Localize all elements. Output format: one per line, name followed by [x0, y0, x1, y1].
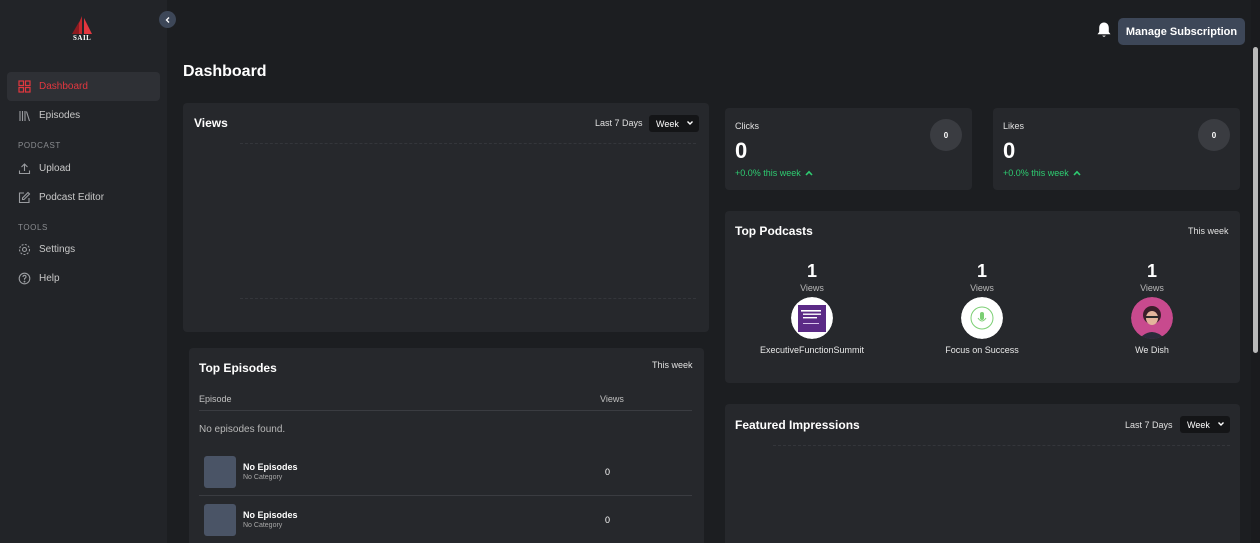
gear-icon [18, 243, 31, 256]
podcast-views-label: Views [800, 283, 824, 293]
sidebar-item-help[interactable]: Help [7, 264, 160, 293]
chevron-left-icon [165, 16, 169, 23]
featured-range-label: Last 7 Days [1125, 420, 1173, 430]
likes-change-text: +0.0% this week [1003, 168, 1069, 178]
likes-change: +0.0% this week [1003, 168, 1081, 178]
sidebar-item-label: Help [39, 273, 60, 284]
chevron-down-icon [687, 121, 693, 125]
edit-icon [18, 191, 31, 204]
sidebar: SAIL Dashboard Episodes PODCAST Upload P… [0, 0, 167, 543]
likes-badge: 0 [1198, 119, 1230, 151]
sidebar-item-dashboard[interactable]: Dashboard [7, 72, 160, 101]
podcast-views-label: Views [1140, 283, 1164, 293]
likes-card: Likes 0 0 +0.0% this week [993, 108, 1240, 190]
select-value: Week [1187, 419, 1210, 430]
views-card: Views Last 7 Days Week [183, 103, 709, 332]
episode-title: No Episodes [243, 462, 298, 472]
chart-gridline [240, 298, 696, 299]
episode-title: No Episodes [243, 510, 298, 520]
episode-category: No Category [243, 474, 283, 481]
clicks-change: +0.0% this week [735, 168, 813, 178]
manage-subscription-button[interactable]: Manage Subscription [1118, 18, 1245, 45]
top-podcasts-card: Top Podcasts This week 1 Views Executive… [725, 211, 1240, 383]
table-divider [199, 410, 692, 411]
clicks-value: 0 [735, 138, 748, 163]
clicks-card: Clicks 0 0 +0.0% this week [725, 108, 972, 190]
top-episodes-card: Top Episodes This week Episode Views No … [189, 348, 704, 543]
scrollbar-thumb[interactable] [1253, 47, 1258, 353]
bell-icon[interactable] [1096, 21, 1112, 39]
clicks-badge: 0 [930, 119, 962, 151]
sidebar-item-settings[interactable]: Settings [7, 235, 160, 264]
sidebar-item-upload[interactable]: Upload [7, 154, 160, 183]
podcast-cover [961, 297, 1003, 339]
help-icon [18, 272, 31, 285]
views-title: Views [194, 116, 228, 130]
podcast-item[interactable]: 1 Views ExecutiveFunctionSummit [742, 261, 882, 355]
episode-category: No Category [243, 522, 283, 529]
podcast-name: Focus on Success [945, 345, 1019, 355]
table-row[interactable]: No Episodes No Category 0 [204, 456, 680, 500]
top-episodes-period: This week [652, 360, 693, 370]
podcast-count: 1 [976, 261, 987, 281]
sidebar-item-podcast-editor[interactable]: Podcast Editor [7, 183, 160, 212]
grid-icon [18, 80, 31, 93]
table-divider [199, 495, 692, 496]
podcast-cover [791, 297, 833, 339]
sidebar-item-label: Upload [39, 163, 71, 174]
upload-icon [18, 162, 31, 175]
library-icon [18, 109, 31, 122]
views-period-select[interactable]: Week [649, 115, 699, 132]
featured-impressions-title: Featured Impressions [735, 418, 860, 432]
top-podcasts-period: This week [1188, 226, 1229, 236]
sidebar-item-label: Dashboard [39, 81, 88, 92]
chart-gridline [240, 143, 696, 144]
sidebar-collapse-button[interactable] [159, 11, 176, 28]
sidebar-item-label: Podcast Editor [39, 192, 105, 203]
top-podcasts-title: Top Podcasts [735, 224, 813, 238]
podcast-count: 1 [806, 261, 817, 281]
views-range-label: Last 7 Days [595, 118, 643, 128]
logo-text: SAIL [73, 34, 92, 42]
episode-thumbnail [204, 456, 236, 488]
column-episode: Episode [199, 394, 232, 404]
sidebar-item-episodes[interactable]: Episodes [7, 101, 160, 130]
featured-impressions-card: Featured Impressions Last 7 Days Week [725, 404, 1240, 543]
sidebar-item-label: Settings [39, 244, 76, 255]
podcast-views-label: Views [970, 283, 994, 293]
podcast-name: ExecutiveFunctionSummit [759, 345, 865, 355]
page-title: Dashboard [183, 63, 267, 80]
select-value: Week [656, 118, 679, 129]
empty-message: No episodes found. [199, 424, 286, 435]
sidebar-item-label: Episodes [39, 110, 81, 121]
clicks-label: Clicks [735, 121, 759, 131]
arrow-up-icon [1073, 170, 1081, 176]
chart-gridline [773, 445, 1230, 446]
podcast-cover [1131, 297, 1173, 339]
podcast-item[interactable]: 1 Views Focus on Success [912, 261, 1052, 355]
episode-views: 0 [605, 515, 611, 525]
podcast-name: We Dish [1135, 345, 1169, 355]
column-views: Views [600, 394, 624, 404]
section-tools: TOOLS [18, 223, 48, 232]
podcast-count: 1 [1146, 261, 1157, 281]
table-row[interactable]: No Episodes No Category 0 [204, 504, 680, 543]
podcast-item[interactable]: 1 Views We Dish [1082, 261, 1222, 355]
likes-value: 0 [1003, 138, 1016, 163]
episode-views: 0 [605, 467, 611, 477]
arrow-up-icon [805, 170, 813, 176]
episode-thumbnail [204, 504, 236, 536]
clicks-change-text: +0.0% this week [735, 168, 801, 178]
likes-label: Likes [1003, 121, 1025, 131]
featured-period-select[interactable]: Week [1180, 416, 1230, 433]
chevron-down-icon [1218, 422, 1224, 426]
top-episodes-title: Top Episodes [199, 361, 277, 375]
section-podcast: PODCAST [18, 141, 61, 150]
